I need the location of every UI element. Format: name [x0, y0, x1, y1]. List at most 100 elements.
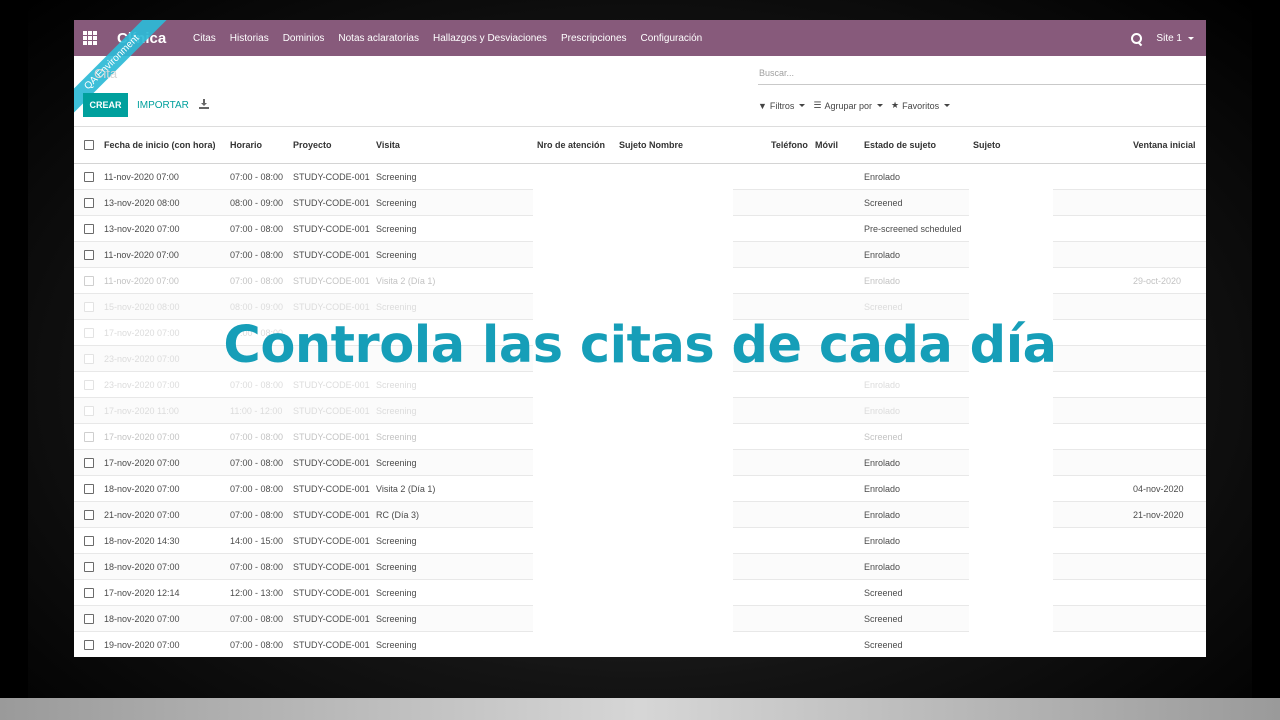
cell-estado: Enrolado	[864, 484, 901, 494]
cell-visita: Screening	[376, 172, 417, 182]
cell-visita: Screening	[376, 458, 417, 468]
favorites-dropdown[interactable]: ★ Favoritos	[891, 100, 951, 111]
cell-visita: Visita 2 (Día 1)	[376, 484, 436, 494]
monitor-stand-bar	[0, 698, 1280, 720]
row-checkbox[interactable]	[84, 562, 94, 572]
cell-proyecto: STUDY-CODE-001	[293, 224, 370, 234]
row-checkbox[interactable]	[84, 172, 94, 182]
cell-horario: 07:00 - 08:00	[230, 640, 284, 650]
column-header[interactable]: Sujeto	[973, 140, 1001, 150]
cell-estado: Screened	[864, 614, 903, 624]
favorites-label: Favoritos	[902, 100, 940, 111]
cell-fecha: 23-nov-2020 07:00	[104, 380, 180, 390]
row-checkbox[interactable]	[84, 198, 94, 208]
cell-visita: Screening	[376, 380, 417, 390]
cell-visita: Screening	[376, 640, 417, 650]
cell-horario: 07:00 - 08:00	[230, 276, 284, 286]
site-label: Site 1	[1156, 32, 1182, 44]
cell-estado: Pre-screened scheduled	[864, 224, 962, 234]
column-header[interactable]: Horario	[230, 140, 262, 150]
cell-fecha: 17-nov-2020 12:14	[104, 588, 180, 598]
cell-visita: RC (Día 3)	[376, 510, 420, 520]
cell-proyecto: STUDY-CODE-001	[293, 458, 370, 468]
row-checkbox[interactable]	[84, 484, 94, 494]
cell-horario: 07:00 - 08:00	[230, 224, 284, 234]
cell-proyecto: STUDY-CODE-001	[293, 276, 370, 286]
cell-fecha: 11-nov-2020 07:00	[104, 250, 179, 260]
column-header[interactable]: Móvil	[815, 140, 838, 150]
cell-visita: Visita 2 (Día 1)	[376, 276, 436, 286]
cell-visita: Screening	[376, 302, 417, 312]
cell-proyecto: STUDY-CODE-001	[293, 380, 370, 390]
cell-horario: 07:00 - 08:00	[230, 172, 284, 182]
cell-fecha: 19-nov-2020 07:00	[104, 640, 180, 650]
group-by-label: Agrupar por	[824, 100, 873, 111]
row-checkbox[interactable]	[84, 276, 94, 286]
search-input[interactable]: Buscar...	[758, 65, 1206, 85]
menu-item[interactable]: Hallazgos y Desviaciones	[433, 33, 547, 44]
cell-horario: 07:00 - 08:00	[230, 432, 284, 442]
cell-proyecto: STUDY-CODE-001	[293, 406, 370, 416]
cell-horario: 07:00 - 08:00	[230, 562, 284, 572]
select-all-checkbox[interactable]	[84, 140, 94, 150]
cell-estado: Screened	[864, 588, 903, 598]
menu-item[interactable]: Configuración	[641, 33, 703, 44]
create-button[interactable]: CREAR	[83, 93, 128, 117]
cell-proyecto: STUDY-CODE-001	[293, 614, 370, 624]
cell-estado: Enrolado	[864, 406, 901, 416]
cell-horario: 07:00 - 08:00	[230, 614, 284, 624]
menu-item[interactable]: Dominios	[283, 33, 325, 44]
row-checkbox[interactable]	[84, 224, 94, 234]
search-icon[interactable]	[1131, 32, 1143, 44]
cell-visita: Screening	[376, 614, 417, 624]
redacted-column	[607, 164, 733, 657]
table-header: Fecha de inicio (con hora) Horario Proyect…	[74, 126, 1206, 164]
column-header[interactable]: Proyecto	[293, 140, 332, 150]
group-by-dropdown[interactable]: ☰ Agrupar por	[813, 100, 884, 111]
column-header[interactable]: Nro de atención	[537, 140, 605, 150]
site-switcher[interactable]: Site 1	[1156, 33, 1194, 44]
row-checkbox[interactable]	[84, 406, 94, 416]
column-header[interactable]: Visita	[376, 140, 400, 150]
row-checkbox[interactable]	[84, 302, 94, 312]
menu-item[interactable]: Prescripciones	[561, 33, 627, 44]
cell-horario: 08:00 - 09:00	[230, 198, 284, 208]
row-checkbox[interactable]	[84, 380, 94, 390]
row-checkbox[interactable]	[84, 250, 94, 260]
cell-proyecto: STUDY-CODE-001	[293, 198, 370, 208]
row-checkbox[interactable]	[84, 432, 94, 442]
column-header[interactable]: Fecha de inicio (con hora)	[104, 140, 216, 150]
breadcrumb: Cita	[94, 66, 118, 81]
cell-proyecto: STUDY-CODE-001	[293, 588, 370, 598]
cell-estado: Enrolado	[864, 562, 901, 572]
cell-proyecto: STUDY-CODE-001	[293, 302, 370, 312]
cell-horario: 07:00 - 08:00	[230, 250, 284, 260]
cell-fecha: 21-nov-2020 07:00	[104, 510, 180, 520]
filters-dropdown[interactable]: ▼ Filtros	[758, 100, 806, 111]
menu-item[interactable]: Notas aclaratorias	[338, 33, 419, 44]
menu-item[interactable]: Citas	[193, 33, 216, 44]
cell-horario: 07:00 - 08:00	[230, 510, 284, 520]
cell-visita: Screening	[376, 536, 417, 546]
cell-fecha: 18-nov-2020 07:00	[104, 484, 180, 494]
row-checkbox[interactable]	[84, 458, 94, 468]
menu-item[interactable]: Historias	[230, 33, 269, 44]
apps-grid-icon[interactable]	[83, 31, 97, 45]
row-checkbox[interactable]	[84, 536, 94, 546]
row-checkbox[interactable]	[84, 510, 94, 520]
column-header[interactable]: Sujeto Nombre	[619, 140, 683, 150]
row-checkbox[interactable]	[84, 614, 94, 624]
import-button[interactable]: IMPORTAR	[137, 100, 189, 111]
column-header[interactable]: Ventana inicial	[1133, 140, 1196, 150]
cell-estado: Screened	[864, 198, 903, 208]
column-header[interactable]: Teléfono	[771, 140, 808, 150]
column-header[interactable]: Estado de sujeto	[864, 140, 936, 150]
star-icon: ★	[891, 100, 900, 110]
row-checkbox[interactable]	[84, 640, 94, 650]
app-brand[interactable]: Clínica	[117, 30, 173, 47]
cell-horario: 07:00 - 08:00	[230, 458, 284, 468]
download-icon[interactable]	[199, 99, 209, 109]
row-checkbox[interactable]	[84, 588, 94, 598]
cell-fecha: 11-nov-2020 07:00	[104, 276, 179, 286]
cell-visita: Screening	[376, 432, 417, 442]
